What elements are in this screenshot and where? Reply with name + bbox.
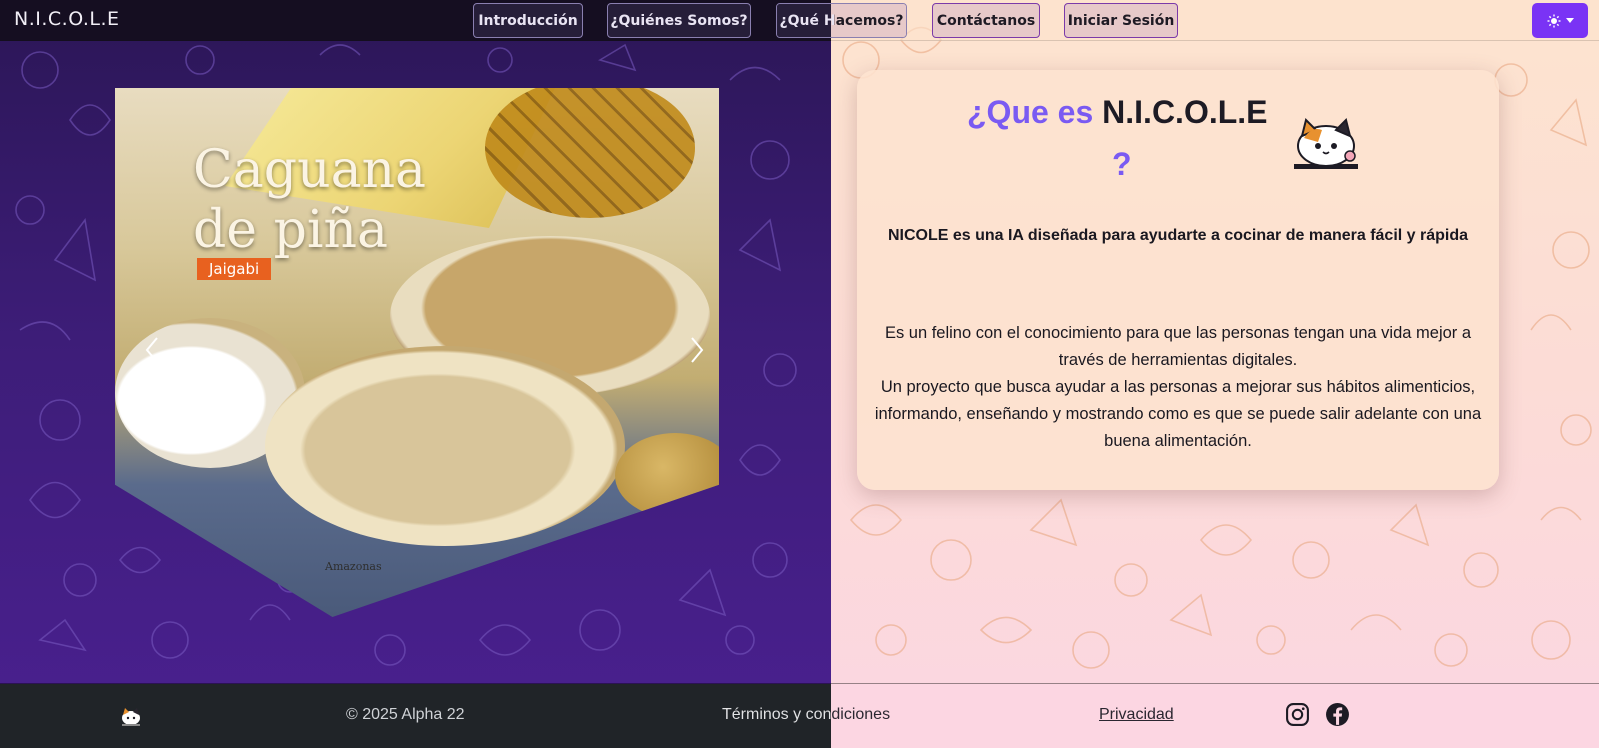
facebook-icon[interactable] <box>1325 702 1350 727</box>
card-title-suffix: ? <box>1112 146 1132 182</box>
card-body-paragraph-2: Un proyecto que busca ayudar a las perso… <box>874 378 1482 450</box>
nav-link-contactanos[interactable]: Contáctanos <box>932 3 1040 38</box>
footer-terms-link[interactable]: Términos y condiciones <box>722 706 890 724</box>
slide-title: Caguana de piña <box>193 140 426 260</box>
slide-tag: Jaigabi <box>197 258 272 280</box>
footer-privacy-link[interactable]: Privacidad <box>1099 706 1174 724</box>
card-title: ¿Que es N.I.C.O.L.E <box>967 94 1268 131</box>
card-title-prefix: ¿Que es <box>967 94 1094 130</box>
top-navbar: N.I.C.O.L.E Introducción ¿Quiénes Somos?… <box>0 0 1599 41</box>
carousel-next-button[interactable] <box>685 335 709 369</box>
brand-logo-text[interactable]: N.I.C.O.L.E <box>14 8 120 30</box>
footer-light-half <box>831 684 1599 748</box>
sun-icon <box>1547 14 1560 27</box>
caret-down-icon <box>1565 17 1574 23</box>
nav-link-label: Contáctanos <box>936 12 1036 29</box>
card-lead-text: NICOLE es una IA diseñada para ayudarte … <box>887 227 1469 244</box>
card-title-name: N.I.C.O.L.E <box>1102 94 1268 130</box>
gourd-bowl-front <box>265 346 625 546</box>
nav-link-iniciar-sesion[interactable]: Iniciar Sesión <box>1064 3 1178 38</box>
nav-link-label: ¿Qué Hacemos? <box>779 12 904 29</box>
page-footer: © 2025 Alpha 22 Términos y condiciones P… <box>0 683 1599 748</box>
card-body-paragraph-1: Es un felino con el conocimiento para qu… <box>884 324 1472 369</box>
slide-title-line2: de piña <box>193 200 388 260</box>
cat-logo-icon[interactable] <box>120 706 142 726</box>
nav-link-label: Iniciar Sesión <box>1067 12 1175 29</box>
nav-link-label: ¿Quiénes Somos? <box>610 12 748 29</box>
chevron-left-icon <box>145 337 158 363</box>
nav-link-quienes-somos[interactable]: ¿Quiénes Somos? <box>607 3 751 38</box>
nav-link-que-hacemos[interactable]: ¿Qué Hacemos? <box>776 3 907 38</box>
cat-mascot-icon <box>1294 118 1358 169</box>
footer-copyright: © 2025 Alpha 22 <box>346 706 465 723</box>
carousel-prev-button[interactable] <box>140 335 164 369</box>
slide-caption: Amazonas <box>325 560 382 573</box>
theme-toggle-button[interactable] <box>1532 3 1588 38</box>
slide-title-line1: Caguana <box>193 140 427 200</box>
instagram-icon[interactable] <box>1285 702 1310 727</box>
nav-link-introduccion[interactable]: Introducción <box>473 3 583 38</box>
about-nicole-card: ¿Que es N.I.C.O.L.E ? NICOLE es una IA d… <box>857 70 1499 490</box>
nav-link-label: Introducción <box>478 12 578 29</box>
chevron-right-icon <box>691 337 704 363</box>
card-body-text: Es un felino con el conocimiento para qu… <box>871 320 1485 455</box>
